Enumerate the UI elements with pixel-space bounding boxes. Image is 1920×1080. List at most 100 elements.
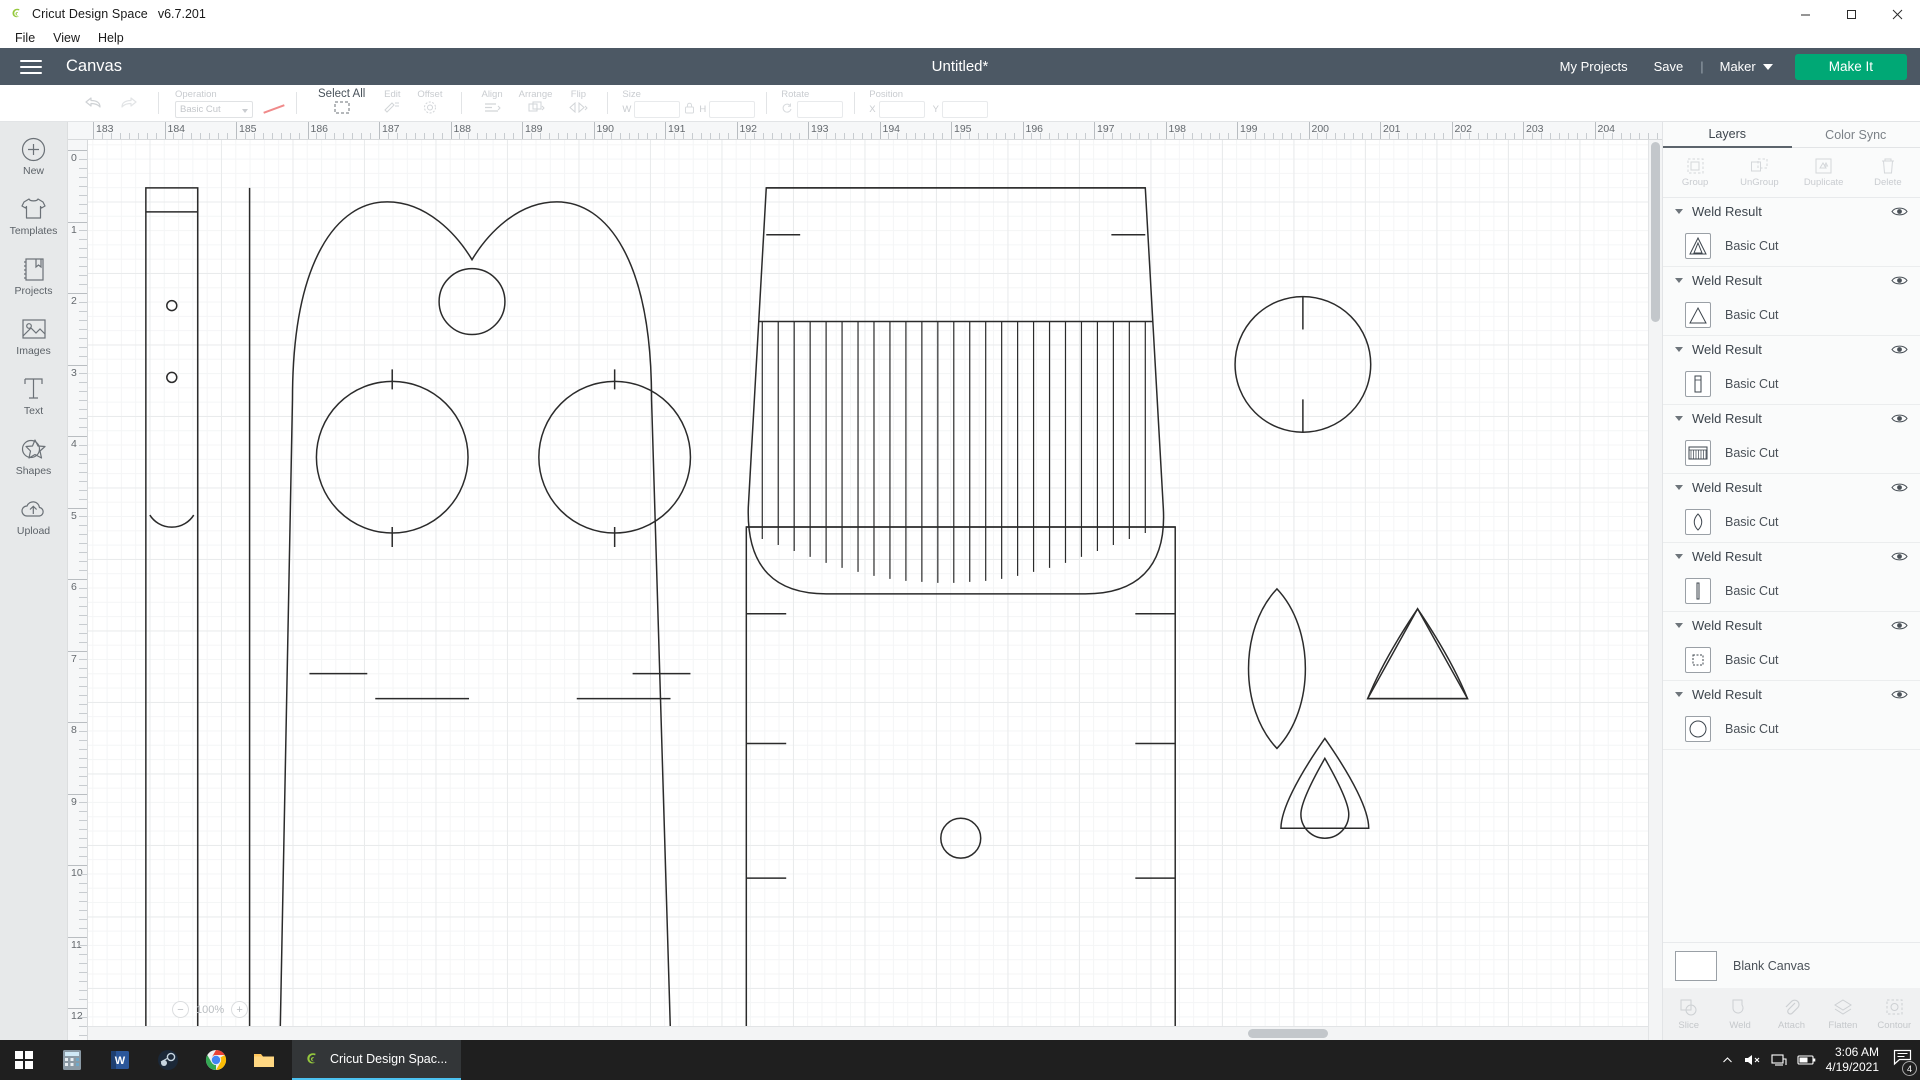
layer-item[interactable]: Basic Cut (1663, 708, 1920, 749)
menu-item-help[interactable]: Help (89, 30, 133, 46)
scrollbar-thumb[interactable] (1651, 142, 1660, 322)
layers-list[interactable]: Weld Result Basic Cut Weld Result (1663, 198, 1920, 942)
eye-icon[interactable] (1891, 275, 1908, 286)
layer-header[interactable]: Weld Result (1663, 612, 1920, 639)
layer-header[interactable]: Weld Result (1663, 681, 1920, 708)
offset-button[interactable]: Offset (409, 89, 450, 117)
layer-header[interactable]: Weld Result (1663, 198, 1920, 225)
layer-item[interactable]: Basic Cut (1663, 432, 1920, 473)
size-h-input[interactable] (709, 101, 755, 118)
flip-button[interactable]: Flip (560, 89, 596, 117)
layer-item[interactable]: Basic Cut (1663, 501, 1920, 542)
tab-color-sync[interactable]: Color Sync (1792, 122, 1920, 148)
menu-item-file[interactable]: File (6, 30, 44, 46)
sidebar-item-projects[interactable]: Projects (0, 256, 67, 297)
caret-down-icon[interactable] (1675, 692, 1683, 697)
eye-icon[interactable] (1891, 482, 1908, 493)
save-button[interactable]: Save (1641, 59, 1697, 74)
chevron-up-icon[interactable] (1721, 1054, 1734, 1067)
group-button[interactable]: Group (1663, 148, 1727, 197)
ungroup-button[interactable]: UnGroup (1727, 148, 1791, 197)
layer-header[interactable]: Weld Result (1663, 267, 1920, 294)
steam-icon[interactable] (144, 1040, 192, 1080)
position-y-input[interactable] (942, 101, 988, 118)
layer-item[interactable]: Basic Cut (1663, 639, 1920, 680)
layer-header[interactable]: Weld Result (1663, 336, 1920, 363)
windows-start-icon[interactable] (0, 1040, 48, 1080)
rotate-input[interactable] (797, 101, 843, 118)
network-icon[interactable] (1771, 1053, 1787, 1067)
layer-header[interactable]: Weld Result (1663, 474, 1920, 501)
minimize-button[interactable] (1782, 0, 1828, 28)
sidebar-item-text[interactable]: Text (0, 376, 67, 417)
eye-icon[interactable] (1891, 689, 1908, 700)
select-all-button[interactable]: Select All (308, 89, 375, 117)
caret-down-icon[interactable] (1675, 623, 1683, 628)
design-canvas[interactable]: 1831841851861871881891901911921931941951… (68, 122, 1662, 1040)
volume-muted-icon[interactable] (1744, 1053, 1761, 1067)
slice-button[interactable]: Slice (1663, 998, 1714, 1031)
position-x-input[interactable] (879, 101, 925, 118)
close-button[interactable] (1874, 0, 1920, 28)
duplicate-button[interactable]: Duplicate (1792, 148, 1856, 197)
size-w-input[interactable] (634, 101, 680, 118)
align-button[interactable]: Align (473, 89, 510, 117)
calculator-icon[interactable] (48, 1040, 96, 1080)
layer-item[interactable]: Basic Cut (1663, 225, 1920, 266)
chrome-icon[interactable] (192, 1040, 240, 1080)
edit-button[interactable]: Edit (375, 89, 409, 117)
my-projects-link[interactable]: My Projects (1547, 59, 1641, 74)
eye-icon[interactable] (1891, 344, 1908, 355)
redo-button[interactable] (111, 94, 147, 112)
layer-header[interactable]: Weld Result (1663, 543, 1920, 570)
caret-down-icon[interactable] (1675, 485, 1683, 490)
menu-item-view[interactable]: View (44, 30, 89, 46)
sidebar-item-upload[interactable]: Upload (0, 496, 67, 537)
blank-canvas-row[interactable]: Blank Canvas (1663, 942, 1920, 988)
scrollbar-thumb-h[interactable] (1248, 1029, 1328, 1038)
maximize-button[interactable] (1828, 0, 1874, 28)
attach-button[interactable]: Attach (1766, 998, 1817, 1031)
notification-icon[interactable]: 4 (1893, 1049, 1912, 1071)
arrange-button[interactable]: Arrange (511, 89, 561, 117)
color-swatch-icon[interactable] (263, 104, 284, 113)
eye-icon[interactable] (1891, 620, 1908, 631)
delete-button[interactable]: Delete (1856, 148, 1920, 197)
undo-button[interactable] (75, 94, 111, 112)
word-icon[interactable]: W (96, 1040, 144, 1080)
sidebar-item-new[interactable]: New (0, 136, 67, 177)
layer-header[interactable]: Weld Result (1663, 405, 1920, 432)
flatten-button[interactable]: Flatten (1817, 998, 1868, 1031)
file-explorer-icon[interactable] (240, 1040, 288, 1080)
sidebar-item-images[interactable]: Images (0, 316, 67, 357)
minus-circle-icon[interactable]: − (172, 1001, 189, 1018)
layer-item[interactable]: Basic Cut (1663, 570, 1920, 611)
sidebar-item-templates[interactable]: Templates (0, 196, 67, 237)
sidebar-item-shapes[interactable]: Shapes (0, 436, 67, 477)
taskbar-item-cricut[interactable]: Cricut Design Spac... (292, 1040, 461, 1080)
canvas-artwork[interactable] (88, 140, 1662, 1040)
plus-circle-icon[interactable]: + (231, 1001, 248, 1018)
caret-down-icon[interactable] (1675, 416, 1683, 421)
caret-down-icon[interactable] (1675, 554, 1683, 559)
weld-button[interactable]: Weld (1714, 998, 1765, 1031)
caret-down-icon[interactable] (1675, 209, 1683, 214)
canvas-horizontal-scrollbar[interactable] (88, 1026, 1648, 1040)
tab-layers[interactable]: Layers (1663, 122, 1792, 148)
battery-icon[interactable] (1797, 1054, 1816, 1066)
eye-icon[interactable] (1891, 551, 1908, 562)
make-it-button[interactable]: Make It (1795, 54, 1907, 80)
canvas-color-swatch[interactable] (1675, 951, 1717, 981)
contour-button[interactable]: Contour (1869, 998, 1920, 1031)
canvas-vertical-scrollbar[interactable] (1648, 140, 1662, 1040)
eye-icon[interactable] (1891, 206, 1908, 217)
operation-select[interactable]: Basic Cut (175, 101, 253, 118)
caret-down-icon[interactable] (1675, 278, 1683, 283)
taskbar-clock[interactable]: 3:06 AM 4/19/2021 (1826, 1045, 1879, 1075)
eye-icon[interactable] (1891, 413, 1908, 424)
hamburger-menu-icon[interactable] (20, 60, 42, 74)
layer-item[interactable]: Basic Cut (1663, 363, 1920, 404)
caret-down-icon[interactable] (1675, 347, 1683, 352)
layer-item[interactable]: Basic Cut (1663, 294, 1920, 335)
lock-icon[interactable] (684, 102, 695, 117)
